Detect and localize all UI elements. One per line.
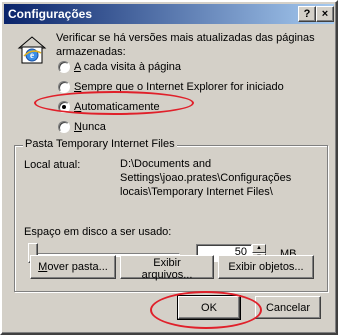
location-path-line: locais\Temporary Internet Files\	[120, 186, 273, 198]
radio-every-start[interactable]	[58, 81, 70, 93]
option-automatic[interactable]: Automaticamente	[58, 100, 160, 114]
disk-space-label: Espaço em disco a ser usado:	[24, 226, 172, 238]
radio-every-visit[interactable]	[58, 61, 70, 73]
option-never-label: Nunca	[74, 121, 106, 133]
ok-button[interactable]: OK	[177, 295, 241, 320]
move-folder-button[interactable]: Mover pasta...	[30, 255, 116, 279]
location-label: Local atual:	[24, 159, 81, 171]
temp-files-group-title: Pasta Temporary Internet Files	[23, 138, 177, 150]
close-button[interactable]: ×	[316, 6, 334, 22]
location-path-line: Settings\joao.prates\Configurações	[120, 172, 292, 184]
close-icon: ×	[321, 8, 329, 20]
location-path-line: D:\Documents and	[120, 158, 212, 170]
view-files-button[interactable]: Exibir arquivos...	[120, 255, 214, 281]
radio-automatic[interactable]	[58, 101, 70, 113]
option-every-visit[interactable]: A cada visita à página	[58, 60, 181, 74]
dialog-title: Configurações	[8, 7, 93, 21]
ie-page-icon: e	[17, 36, 47, 64]
view-objects-button[interactable]: Exibir objetos...	[218, 255, 314, 279]
settings-dialog: Configurações ? × e Verificar se há vers…	[0, 0, 338, 335]
location-path: D:\Documents and Settings\joao.prates\Co…	[120, 157, 291, 199]
cancel-button[interactable]: Cancelar	[255, 296, 321, 319]
option-automatic-label: Automaticamente	[74, 101, 160, 113]
option-every-start-label: Sempre que o Internet Explorer for inici…	[74, 81, 284, 93]
option-every-visit-label: A cada visita à página	[74, 61, 182, 73]
help-icon: ?	[303, 8, 311, 20]
help-button[interactable]: ?	[298, 6, 316, 22]
option-every-start[interactable]: Sempre que o Internet Explorer for inici…	[58, 80, 284, 94]
check-versions-text: Verificar se há versões mais atualizadas…	[56, 32, 315, 58]
option-never[interactable]: Nunca	[58, 120, 106, 134]
radio-never[interactable]	[58, 121, 70, 133]
spin-up-icon[interactable]: ▲	[252, 244, 266, 253]
title-bar[interactable]: Configurações ? ×	[4, 4, 334, 24]
